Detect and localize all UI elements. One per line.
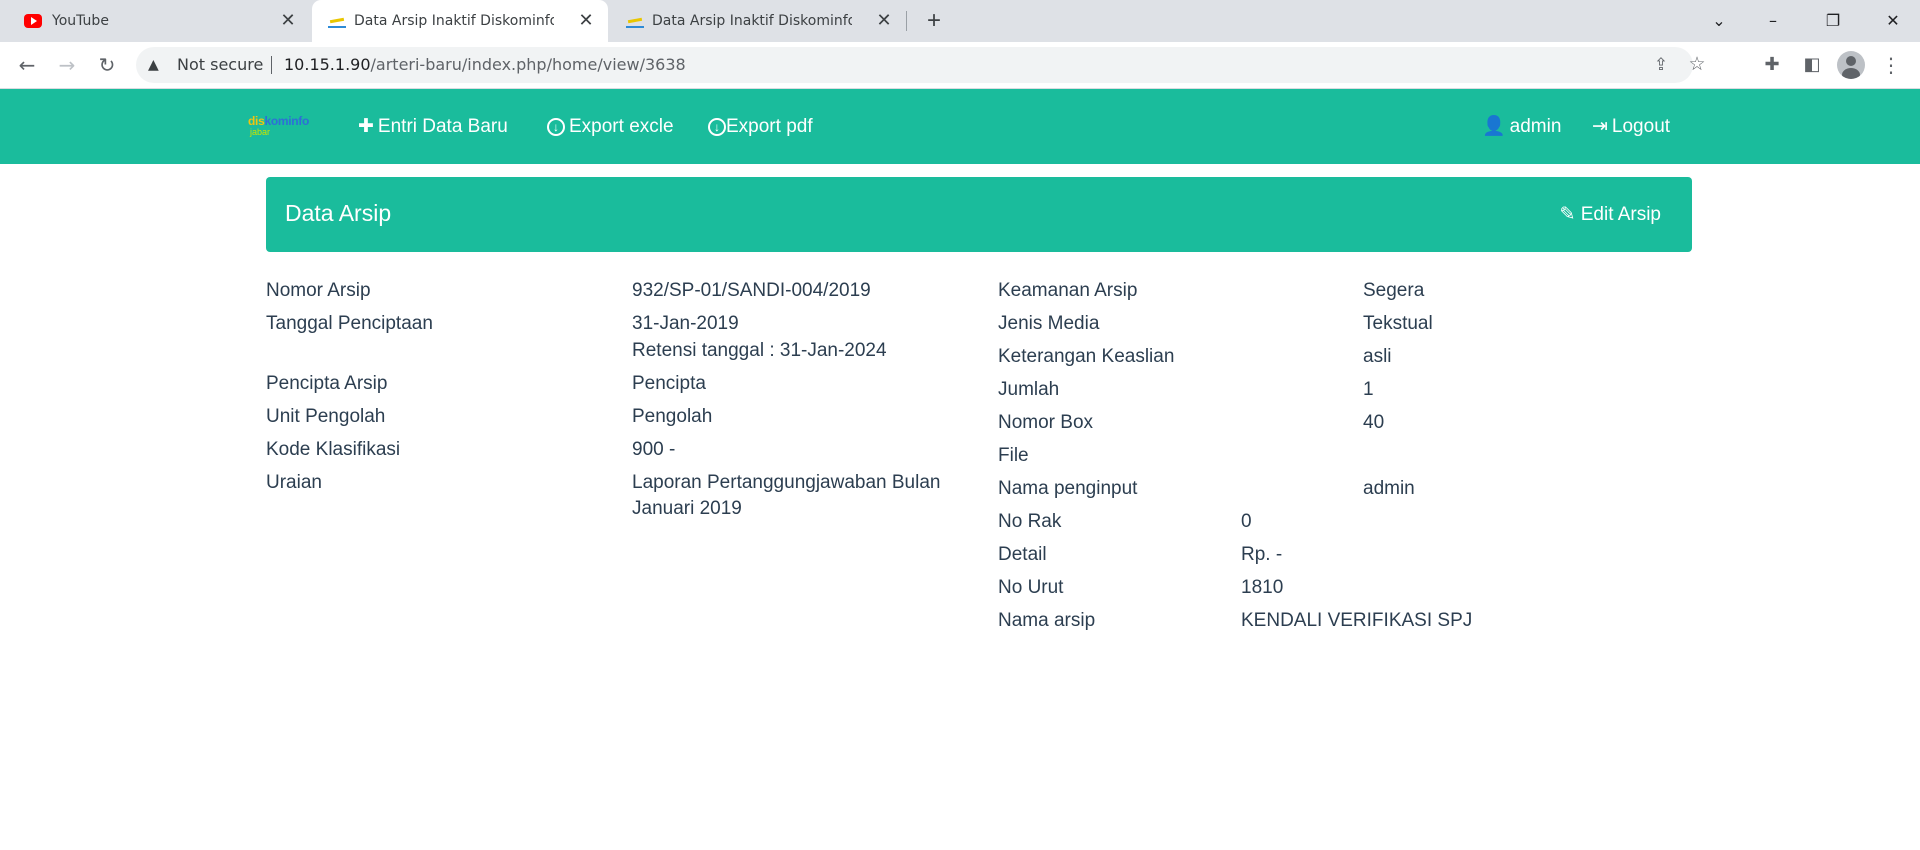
nav-export-pdf[interactable]: ↓ Export pdf xyxy=(708,89,813,164)
restore-icon[interactable]: ❐ xyxy=(1818,6,1848,36)
back-arrow-icon[interactable]: ← xyxy=(12,50,42,80)
user-icon: 👤 xyxy=(1482,116,1506,137)
value-nama-penginput: admin xyxy=(1363,478,1415,499)
label-nomor-arsip: Nomor Arsip xyxy=(266,280,371,301)
value-nomor-arsip: 932/SP-01/SANDI-004/2019 xyxy=(632,280,871,301)
nav-entri-label: Entri Data Baru xyxy=(377,116,508,137)
browser-toolbar: ← → ↻ ▲ Not secure 10.15.1.90/arteri-bar… xyxy=(0,42,1920,89)
address-separator xyxy=(271,56,272,74)
label-detail: Detail xyxy=(998,544,1047,565)
brand-logo[interactable]: diskominfo jabar xyxy=(248,115,328,143)
value-keterangan-keaslian: asli xyxy=(1363,346,1392,367)
value-pencipta-arsip: Pencipta xyxy=(632,373,706,394)
label-unit-pengolah: Unit Pengolah xyxy=(266,406,386,427)
bookmark-star-icon[interactable]: ☆ xyxy=(1683,46,1711,82)
browser-menu-kebab-icon[interactable]: ⋮ xyxy=(1876,50,1906,80)
youtube-icon xyxy=(24,14,42,28)
label-keamanan-arsip: Keamanan Arsip xyxy=(998,280,1138,301)
label-nama-arsip: Nama arsip xyxy=(998,610,1096,631)
value-nomor-box: 40 xyxy=(1363,412,1385,433)
value-jumlah: 1 xyxy=(1363,379,1374,400)
plus-icon: ✚ xyxy=(358,116,374,137)
nav-user-admin[interactable]: 👤 admin xyxy=(1482,89,1561,164)
label-tanggal-penciptaan: Tanggal Penciptaan xyxy=(266,313,433,334)
url-text: 10.15.1.90/arteri-baru/index.php/home/vi… xyxy=(284,47,686,83)
value-detail: Rp. - xyxy=(1241,544,1283,565)
value-no-urut: 1810 xyxy=(1241,577,1284,598)
pencil-icon: ✎ xyxy=(1559,204,1576,225)
page-title: Data Arsip xyxy=(285,200,392,226)
brand-part-kominfo: kominfo xyxy=(264,114,310,128)
label-jenis-media: Jenis Media xyxy=(998,313,1100,334)
download-circle-icon: ↓ xyxy=(547,118,565,136)
label-kode-klasifikasi: Kode Klasifikasi xyxy=(266,439,401,460)
download-circle-icon: ↓ xyxy=(708,118,726,136)
brand-part-dis: dis xyxy=(248,114,265,128)
edit-arsip-button[interactable]: ✎ Edit Arsip xyxy=(1560,177,1661,252)
value-kode-klasifikasi: 900 - xyxy=(632,439,676,460)
label-jumlah: Jumlah xyxy=(998,379,1060,400)
nav-pdf-label: Export pdf xyxy=(726,116,813,137)
nav-logout-label: Logout xyxy=(1611,116,1671,137)
warning-triangle-icon: ▲ xyxy=(148,57,159,73)
close-icon[interactable]: ✕ xyxy=(874,11,894,31)
label-file: File xyxy=(998,445,1029,466)
logout-icon: ⇥ xyxy=(1592,116,1608,137)
label-no-rak: No Rak xyxy=(998,511,1062,532)
reload-icon[interactable]: ↻ xyxy=(92,50,122,80)
value-no-rak: 0 xyxy=(1241,511,1252,532)
label-uraian: Uraian xyxy=(266,472,322,493)
forward-arrow-icon[interactable]: → xyxy=(52,50,82,80)
url-path: /arteri-baru/index.php/home/view/3638 xyxy=(370,55,686,74)
tab-youtube[interactable]: YouTube ✕ xyxy=(8,0,310,42)
nav-export-excel[interactable]: ↓ Export excle xyxy=(547,89,674,164)
close-icon[interactable]: ✕ xyxy=(576,11,596,31)
profile-avatar-icon[interactable] xyxy=(1837,51,1865,79)
panel-header: Data Arsip ✎ Edit Arsip xyxy=(266,177,1692,252)
browser-tab-strip: YouTube ✕ Data Arsip Inaktif Diskominfo … xyxy=(0,0,1920,42)
label-pencipta-arsip: Pencipta Arsip xyxy=(266,373,388,394)
value-nama-arsip: KENDALI VERIFIKASI SPJ xyxy=(1241,610,1473,631)
label-keterangan-keaslian: Keterangan Keaslian xyxy=(998,346,1175,367)
address-bar[interactable]: ▲ Not secure 10.15.1.90/arteri-baru/inde… xyxy=(136,47,1706,83)
value-uraian: Laporan Pertanggungjawaban Bulan Januari… xyxy=(632,472,941,519)
label-nomor-box: Nomor Box xyxy=(998,412,1094,433)
diskominfo-icon xyxy=(626,14,644,28)
value-jenis-media: Tekstual xyxy=(1363,313,1433,334)
nav-entri-data-baru[interactable]: ✚ Entri Data Baru xyxy=(358,89,508,164)
tab-search-chevron-icon[interactable]: ⌄ xyxy=(1704,6,1734,36)
tab-separator xyxy=(906,11,907,31)
nav-excel-label: Export excle xyxy=(569,116,674,137)
url-host: 10.15.1.90 xyxy=(284,55,371,74)
tab-data-arsip-active[interactable]: Data Arsip Inaktif Diskominfo Jaw ✕ xyxy=(312,0,608,42)
value-retensi-tanggal: Retensi tanggal : 31-Jan-2024 xyxy=(632,340,887,361)
tab-title: Data Arsip Inaktif Diskominfo Jaw xyxy=(354,13,554,29)
nav-user-label: admin xyxy=(1509,116,1562,137)
extensions-puzzle-icon[interactable]: ✚ xyxy=(1757,50,1787,80)
app-navbar: diskominfo jabar ✚ Entri Data Baru ↓ Expor… xyxy=(0,89,1920,164)
diskominfo-icon xyxy=(328,14,346,28)
new-tab-plus-icon[interactable]: + xyxy=(920,8,948,36)
security-label: Not secure xyxy=(177,55,264,74)
window-close-icon[interactable]: ✕ xyxy=(1878,6,1908,36)
value-tanggal-penciptaan: 31-Jan-2019 xyxy=(632,313,739,334)
nav-logout[interactable]: ⇥ Logout xyxy=(1592,89,1670,164)
share-icon[interactable]: ⇪ xyxy=(1647,47,1675,83)
brand-subline: jabar xyxy=(250,127,271,137)
edit-arsip-label: Edit Arsip xyxy=(1580,204,1661,225)
value-keamanan-arsip: Segera xyxy=(1363,280,1425,301)
tab-title: Data Arsip Inaktif Diskominfo Jaw xyxy=(652,13,852,29)
label-nama-penginput: Nama penginput xyxy=(998,478,1138,499)
label-no-urut: No Urut xyxy=(998,577,1064,598)
value-unit-pengolah: Pengolah xyxy=(632,406,713,427)
tab-data-arsip[interactable]: Data Arsip Inaktif Diskominfo Jaw ✕ xyxy=(610,0,906,42)
tab-title: YouTube xyxy=(52,13,109,29)
side-panel-icon[interactable]: ◧ xyxy=(1797,50,1827,80)
minimize-icon[interactable]: – xyxy=(1758,6,1788,36)
close-icon[interactable]: ✕ xyxy=(278,11,298,31)
